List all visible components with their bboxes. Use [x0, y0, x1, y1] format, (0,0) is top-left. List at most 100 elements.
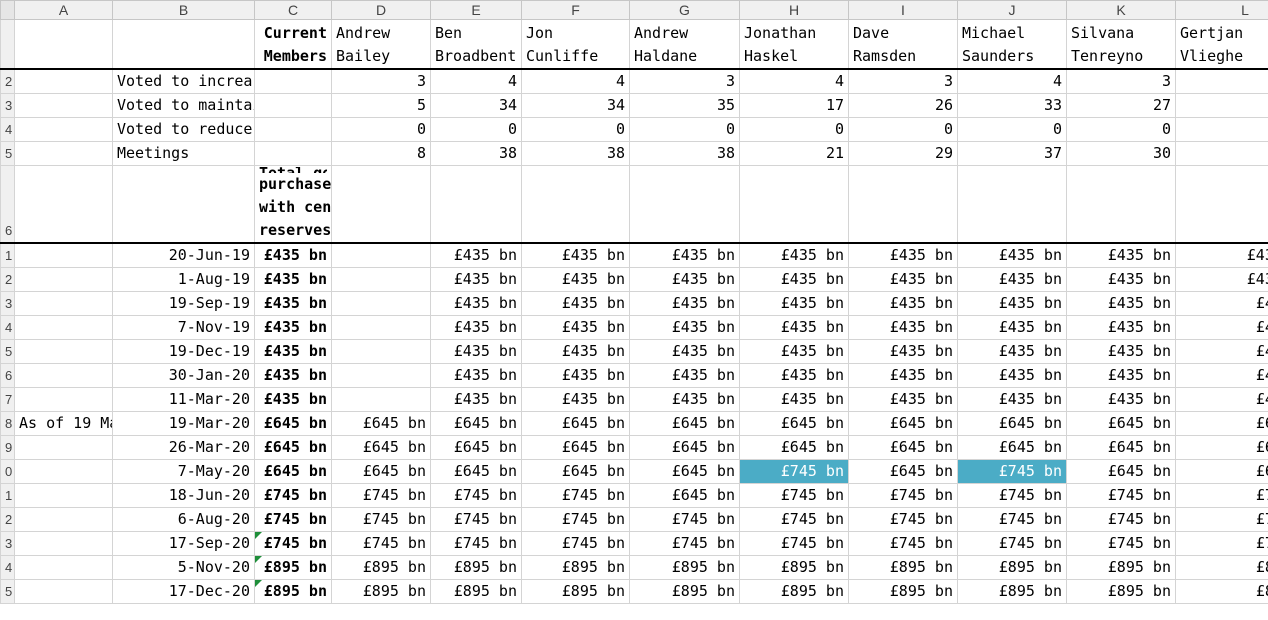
- date-cell[interactable]: 30-Jan-20: [112, 363, 255, 388]
- member-value-cell[interactable]: £645 bn: [521, 459, 630, 484]
- row-header[interactable]: 6: [0, 165, 15, 244]
- column-header[interactable]: J: [957, 0, 1067, 20]
- member-value-cell[interactable]: £745 b: [1175, 531, 1268, 556]
- column-header[interactable]: I: [848, 0, 958, 20]
- cell[interactable]: [14, 165, 113, 244]
- member-value-cell[interactable]: £745 bn: [521, 507, 630, 532]
- member-value-cell[interactable]: [331, 315, 431, 340]
- member-value-cell[interactable]: £745 b: [1175, 507, 1268, 532]
- cell[interactable]: [848, 165, 958, 244]
- column-header[interactable]: A: [14, 0, 113, 20]
- cell[interactable]: [14, 531, 113, 556]
- current-total-cell[interactable]: £645 bn: [254, 435, 332, 460]
- member-value-cell[interactable]: £745 b: [1175, 483, 1268, 508]
- member-value-cell[interactable]: £435 bn: [521, 291, 630, 316]
- member-value-cell[interactable]: £435 bn: [957, 363, 1067, 388]
- vote-count[interactable]: 34: [430, 93, 522, 118]
- member-value-cell[interactable]: £645 bn: [629, 435, 740, 460]
- row-header[interactable]: 2: [0, 68, 15, 94]
- member-header[interactable]: Gertjan Vlieghe: [1175, 19, 1268, 70]
- cell[interactable]: [14, 555, 113, 580]
- select-all-corner[interactable]: [0, 0, 15, 20]
- row-header[interactable]: 5: [0, 579, 15, 604]
- member-value-cell[interactable]: £435 bn: [957, 291, 1067, 316]
- cell[interactable]: [14, 315, 113, 340]
- current-members-header[interactable]: Current Members: [254, 19, 332, 70]
- member-value-cell[interactable]: £435 bn: [739, 315, 849, 340]
- member-value-cell[interactable]: £435 bn: [521, 267, 630, 292]
- member-value-cell[interactable]: [331, 387, 431, 412]
- member-value-cell[interactable]: £745 bn: [629, 507, 740, 532]
- vote-count[interactable]: 8: [331, 141, 431, 166]
- member-value-cell[interactable]: £435 bn: [1066, 363, 1176, 388]
- vote-label[interactable]: Voted to reduce: [112, 117, 255, 142]
- member-value-cell[interactable]: £435 bn: [739, 363, 849, 388]
- vote-count[interactable]: 0: [331, 117, 431, 142]
- row-header[interactable]: 5: [0, 339, 15, 364]
- date-cell[interactable]: 11-Mar-20: [112, 387, 255, 412]
- cell[interactable]: As of 19 Ma: [14, 411, 113, 436]
- member-value-cell[interactable]: £645 bn: [957, 435, 1067, 460]
- cell[interactable]: [739, 165, 849, 244]
- vote-count[interactable]: 21: [739, 141, 849, 166]
- column-header[interactable]: G: [629, 0, 740, 20]
- vote-count[interactable]: 0: [739, 117, 849, 142]
- member-value-cell[interactable]: £435 bn: [848, 387, 958, 412]
- member-value-cell[interactable]: £435 bn: [848, 339, 958, 364]
- cell[interactable]: [14, 339, 113, 364]
- member-value-cell[interactable]: £435 bn: [957, 315, 1067, 340]
- member-header[interactable]: Jonathan Haskel: [739, 19, 849, 70]
- member-value-cell[interactable]: £435 bn: [739, 387, 849, 412]
- member-value-cell[interactable]: £435 b: [1175, 339, 1268, 364]
- cell[interactable]: [14, 242, 113, 268]
- member-value-cell[interactable]: £435 bn: [739, 242, 849, 268]
- vote-count[interactable]: [1175, 117, 1268, 142]
- member-value-cell[interactable]: £435 bn: [1066, 315, 1176, 340]
- cell[interactable]: [14, 363, 113, 388]
- current-total-cell[interactable]: £895 bn: [254, 579, 332, 604]
- date-cell[interactable]: 19-Mar-20: [112, 411, 255, 436]
- vote-count[interactable]: 4: [957, 68, 1067, 94]
- member-header[interactable]: Ben Broadbent: [430, 19, 522, 70]
- vote-count[interactable]: 38: [629, 141, 740, 166]
- current-total-cell[interactable]: £435 bn: [254, 242, 332, 268]
- date-cell[interactable]: 5-Nov-20: [112, 555, 255, 580]
- member-value-cell[interactable]: £745 bn: [848, 531, 958, 556]
- member-value-cell[interactable]: £645 bn: [430, 435, 522, 460]
- member-value-cell[interactable]: £645 bn: [629, 411, 740, 436]
- vote-count[interactable]: 3: [331, 68, 431, 94]
- row-header[interactable]: 3: [0, 291, 15, 316]
- member-value-cell[interactable]: £435 bn: [629, 387, 740, 412]
- cell[interactable]: [254, 93, 332, 118]
- member-value-cell[interactable]: [331, 267, 431, 292]
- member-value-cell[interactable]: £745 bn: [957, 507, 1067, 532]
- member-value-cell[interactable]: £895 bn: [629, 579, 740, 604]
- cell[interactable]: [1175, 165, 1268, 244]
- current-total-cell[interactable]: £435 bn: [254, 339, 332, 364]
- member-value-cell[interactable]: £435 bn: [521, 387, 630, 412]
- cell[interactable]: [331, 165, 431, 244]
- member-value-cell[interactable]: £435 bn: [848, 291, 958, 316]
- member-header[interactable]: Silvana Tenreyno: [1066, 19, 1176, 70]
- date-cell[interactable]: 18-Jun-20: [112, 483, 255, 508]
- member-value-cell[interactable]: £435 bn: [848, 363, 958, 388]
- cell[interactable]: [14, 483, 113, 508]
- cell[interactable]: [14, 291, 113, 316]
- column-header[interactable]: E: [430, 0, 522, 20]
- member-value-cell[interactable]: £645 bn: [430, 411, 522, 436]
- date-cell[interactable]: 17-Sep-20: [112, 531, 255, 556]
- current-total-cell[interactable]: £435 bn: [254, 291, 332, 316]
- member-value-cell[interactable]: £435 bn: [430, 291, 522, 316]
- member-value-cell[interactable]: £645 bn: [629, 483, 740, 508]
- member-value-cell[interactable]: £435 bn: [629, 339, 740, 364]
- member-value-cell[interactable]: £645 bn: [848, 435, 958, 460]
- member-value-cell[interactable]: [331, 242, 431, 268]
- member-value-cell[interactable]: £645 bn: [739, 435, 849, 460]
- vote-label[interactable]: Voted to maintain: [112, 93, 255, 118]
- member-value-cell[interactable]: £645 bn: [331, 435, 431, 460]
- row-header[interactable]: 7: [0, 387, 15, 412]
- member-value-cell[interactable]: £435 bn: [957, 242, 1067, 268]
- vote-count[interactable]: 0: [521, 117, 630, 142]
- current-total-cell[interactable]: £745 bn: [254, 507, 332, 532]
- member-value-cell[interactable]: £435 bn: [739, 291, 849, 316]
